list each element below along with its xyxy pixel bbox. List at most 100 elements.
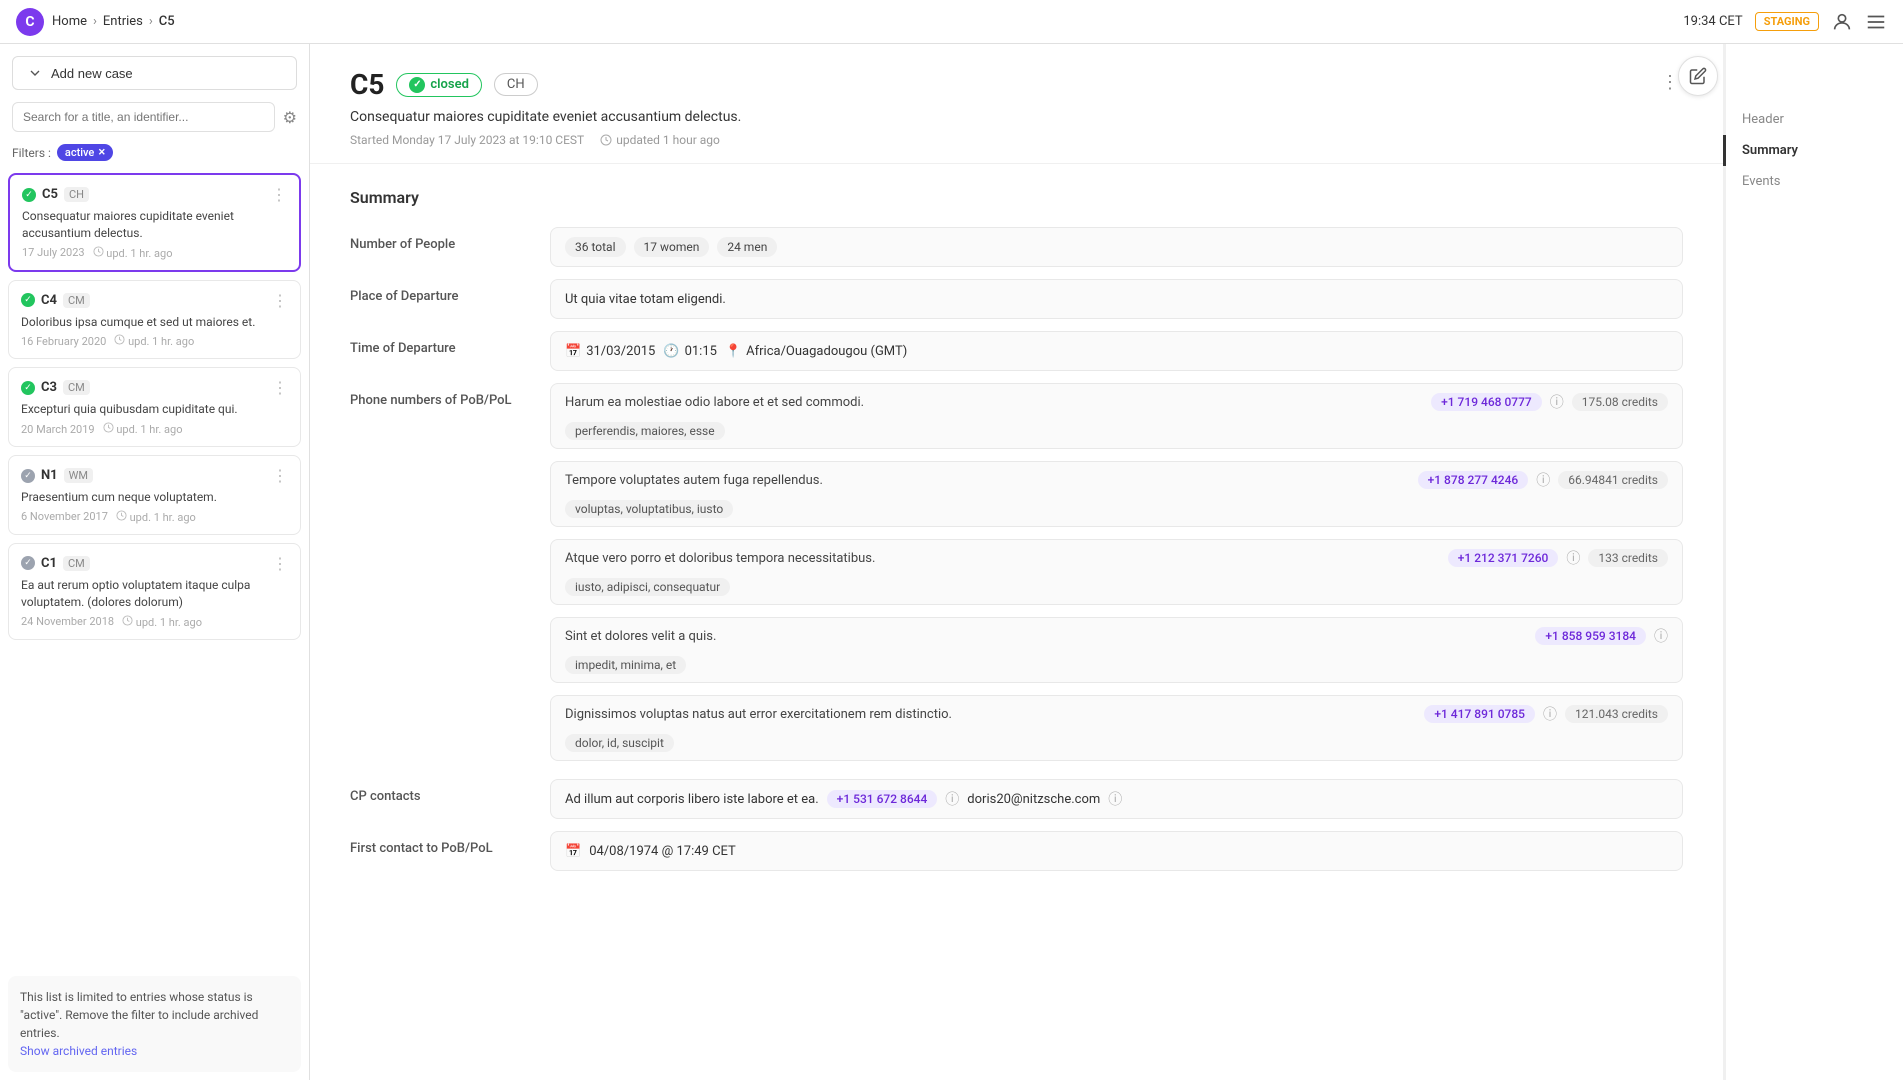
topbar-time: 19:34 CET bbox=[1683, 14, 1742, 29]
phone-text: Sint et dolores velit a quis. bbox=[565, 629, 1527, 644]
list-item-menu[interactable]: ⋮ bbox=[272, 554, 288, 573]
list-item-id: C5 bbox=[42, 187, 58, 202]
phone-number: +1 858 959 3184 bbox=[1535, 627, 1646, 645]
list-item-menu[interactable]: ⋮ bbox=[272, 466, 288, 485]
show-archived-link[interactable]: Show archived entries bbox=[20, 1044, 137, 1058]
filters-row: Filters : active × bbox=[0, 140, 309, 169]
field-value-departure-time: 📅 31/03/2015 🕐 01:15 📍 Africa/Ouagadougo… bbox=[550, 331, 1683, 371]
phone-number: +1 719 468 0777 bbox=[1431, 393, 1542, 411]
breadcrumb-current: C5 bbox=[159, 14, 175, 29]
credits-badge: 66.94841 credits bbox=[1558, 471, 1668, 489]
list-item-meta: 20 March 2019 upd. 1 hr. ago bbox=[21, 422, 288, 436]
list-item-tag: CM bbox=[63, 380, 90, 395]
cp-phone: +1 531 672 8644 bbox=[827, 790, 938, 808]
filter-chip-close[interactable]: × bbox=[98, 146, 105, 159]
field-time-of-departure: Time of Departure 📅 31/03/2015 🕐 01:15 📍 bbox=[350, 331, 1683, 371]
field-label-phone: Phone numbers of PoB/PoL bbox=[350, 383, 530, 408]
field-label-cp: CP contacts bbox=[350, 779, 530, 804]
case-description: Consequatur maiores cupiditate eveniet a… bbox=[350, 109, 1641, 125]
edit-button[interactable] bbox=[1678, 56, 1718, 96]
phone-info-icon[interactable]: ⓘ bbox=[1536, 470, 1550, 490]
clock-icon: 🕐 bbox=[663, 344, 679, 359]
phone-entry: Tempore voluptates autem fuga repellendu… bbox=[550, 461, 1683, 527]
cp-email-info-icon[interactable]: ⓘ bbox=[1108, 789, 1122, 809]
layout: Add new case ⚙ Filters : active × ✓ C5 C… bbox=[0, 44, 1903, 1080]
sidebar: Add new case ⚙ Filters : active × ✓ C5 C… bbox=[0, 44, 310, 1080]
list-item-title: Consequatur maiores cupiditate eveniet a… bbox=[22, 208, 287, 242]
field-value-first-contact: 📅 04/08/1974 @ 17:49 CET bbox=[550, 831, 1683, 871]
breadcrumb-entries[interactable]: Entries bbox=[103, 14, 143, 29]
breadcrumb-home[interactable]: Home bbox=[52, 14, 87, 29]
people-chip: 17 women bbox=[634, 237, 710, 257]
field-value-people: 36 total17 women24 men bbox=[550, 227, 1683, 267]
menu-button[interactable] bbox=[1865, 11, 1887, 33]
sidebar-item-c4[interactable]: ✓ C4 CM ⋮ Doloribus ipsa cumque et sed u… bbox=[8, 280, 301, 360]
list-item-title: Praesentium cum neque voluptatem. bbox=[21, 489, 288, 506]
credits-badge: 175.08 credits bbox=[1572, 393, 1668, 411]
calendar-icon: 📅 bbox=[565, 344, 581, 359]
list-item-menu[interactable]: ⋮ bbox=[272, 378, 288, 397]
right-nav: HeaderSummaryEvents bbox=[1723, 44, 1903, 1080]
phone-text: Harum ea molestiae odio labore et et sed… bbox=[565, 395, 1423, 410]
phone-tag: dolor, id, suscipit bbox=[565, 734, 674, 752]
field-cp-contacts: CP contacts Ad illum aut corporis libero… bbox=[350, 779, 1683, 819]
sidebar-notice: This list is limited to entries whose st… bbox=[8, 976, 301, 1072]
field-place-of-departure: Place of Departure Ut quia vitae totam e… bbox=[350, 279, 1683, 319]
departure-time: 01:15 bbox=[685, 344, 717, 359]
right-nav-item-events[interactable]: Events bbox=[1723, 166, 1903, 197]
search-input[interactable] bbox=[12, 102, 275, 132]
right-nav-item-summary[interactable]: Summary bbox=[1723, 135, 1903, 166]
case-updated: updated 1 hour ago bbox=[600, 133, 720, 147]
phone-entry: Atque vero porro et doloribus tempora ne… bbox=[550, 539, 1683, 605]
list-item-meta: 6 November 2017 upd. 1 hr. ago bbox=[21, 510, 288, 524]
field-value-departure-place: Ut quia vitae totam eligendi. bbox=[550, 279, 1683, 319]
list-item-title: Excepturi quia quibusdam cupiditate qui. bbox=[21, 401, 288, 418]
country-badge: CH bbox=[494, 73, 538, 96]
summary-section: Summary Number of People 36 total17 wome… bbox=[310, 164, 1723, 907]
field-number-of-people: Number of People 36 total17 women24 men bbox=[350, 227, 1683, 267]
topbar-right: 19:34 CET STAGING bbox=[1683, 11, 1887, 33]
list-item-id: C4 bbox=[41, 293, 57, 308]
list-item-menu[interactable]: ⋮ bbox=[272, 291, 288, 310]
account-button[interactable] bbox=[1831, 11, 1853, 33]
status-dot: ✓ bbox=[21, 381, 35, 395]
field-label-first-contact: First contact to PoB/PoL bbox=[350, 831, 530, 856]
case-title-row: C5 closed CH bbox=[350, 68, 1641, 101]
phone-info-icon[interactable]: ⓘ bbox=[1566, 548, 1580, 568]
add-case-button[interactable]: Add new case bbox=[12, 56, 297, 90]
phone-info-icon[interactable]: ⓘ bbox=[1543, 704, 1557, 724]
list-item-meta: 24 November 2018 upd. 1 hr. ago bbox=[21, 615, 288, 629]
field-phone-numbers: Phone numbers of PoB/PoL Harum ea molest… bbox=[350, 383, 1683, 767]
sidebar-item-c1[interactable]: ✓ C1 CM ⋮ Ea aut rerum optio voluptatem … bbox=[8, 543, 301, 640]
cp-phone-info-icon[interactable]: ⓘ bbox=[945, 789, 959, 809]
sidebar-item-n1[interactable]: ✓ N1 WM ⋮ Praesentium cum neque voluptat… bbox=[8, 455, 301, 535]
sidebar-item-c3[interactable]: ✓ C3 CM ⋮ Excepturi quia quibusdam cupid… bbox=[8, 367, 301, 447]
list-item-meta: 16 February 2020 upd. 1 hr. ago bbox=[21, 334, 288, 348]
sidebar-item-c5[interactable]: ✓ C5 CH ⋮ Consequatur maiores cupiditate… bbox=[8, 173, 301, 272]
list-item-title: Doloribus ipsa cumque et sed ut maiores … bbox=[21, 314, 288, 331]
phone-info-icon[interactable]: ⓘ bbox=[1550, 392, 1564, 412]
list-item-tag: CM bbox=[63, 293, 90, 308]
phone-tag: iusto, adipisci, consequatur bbox=[565, 578, 730, 596]
status-dot: ✓ bbox=[21, 293, 35, 307]
active-filter-chip[interactable]: active × bbox=[57, 144, 113, 161]
list-item-id: C3 bbox=[41, 380, 57, 395]
main-content: C5 closed CH Consequatur maiores cupidit… bbox=[310, 44, 1723, 1080]
phone-tag: voluptas, voluptatibus, iusto bbox=[565, 500, 733, 518]
location-icon: 📍 bbox=[725, 344, 741, 359]
staging-badge: STAGING bbox=[1755, 12, 1819, 31]
breadcrumb: Home › Entries › C5 bbox=[52, 14, 175, 29]
right-nav-item-header[interactable]: Header bbox=[1723, 104, 1903, 135]
list-item-menu[interactable]: ⋮ bbox=[271, 185, 287, 204]
summary-title: Summary bbox=[350, 188, 1683, 207]
list-item-id: N1 bbox=[41, 468, 58, 483]
search-row: ⚙ bbox=[0, 98, 309, 140]
status-badge: closed bbox=[396, 73, 482, 97]
phone-info-icon[interactable]: ⓘ bbox=[1654, 626, 1668, 646]
field-first-contact: First contact to PoB/PoL 📅 04/08/1974 @ … bbox=[350, 831, 1683, 871]
phone-text: Dignissimos voluptas natus aut error exe… bbox=[565, 707, 1416, 722]
case-meta: Started Monday 17 July 2023 at 19:10 CES… bbox=[350, 133, 1641, 147]
credits-badge: 133 credits bbox=[1588, 549, 1668, 567]
phone-tag: perferendis, maiores, esse bbox=[565, 422, 725, 440]
filter-icon[interactable]: ⚙ bbox=[283, 108, 297, 127]
